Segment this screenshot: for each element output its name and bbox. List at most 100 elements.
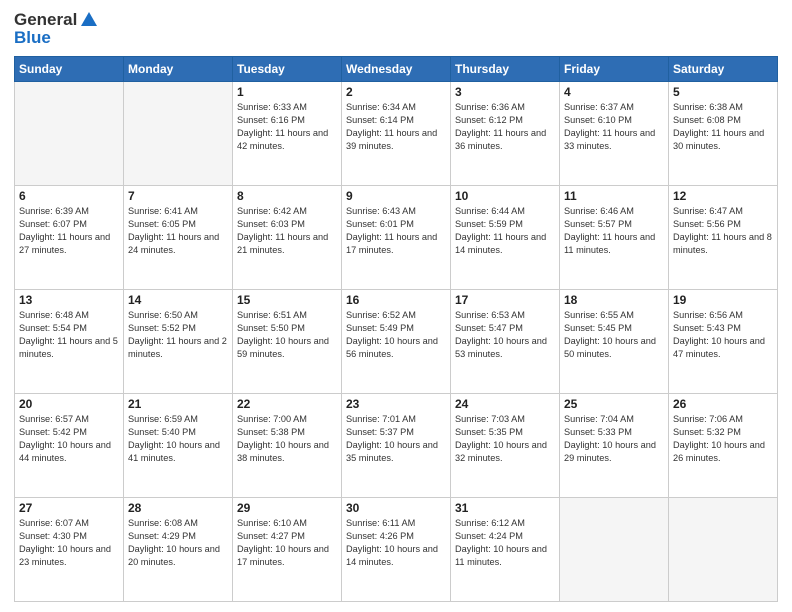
day-info: Sunrise: 7:00 AMSunset: 5:38 PMDaylight:… [237, 413, 337, 465]
day-info: Sunrise: 6:34 AMSunset: 6:14 PMDaylight:… [346, 101, 446, 153]
day-info: Sunrise: 6:47 AMSunset: 5:56 PMDaylight:… [673, 205, 773, 257]
calendar-cell: 29 Sunrise: 6:10 AMSunset: 4:27 PMDayligh… [233, 498, 342, 602]
calendar-cell: 31 Sunrise: 6:12 AMSunset: 4:24 PMDayligh… [451, 498, 560, 602]
calendar-cell: 4 Sunrise: 6:37 AMSunset: 6:10 PMDaylight… [560, 82, 669, 186]
calendar-cell [124, 82, 233, 186]
day-info: Sunrise: 6:08 AMSunset: 4:29 PMDaylight:… [128, 517, 228, 569]
day-info: Sunrise: 6:59 AMSunset: 5:40 PMDaylight:… [128, 413, 228, 465]
day-number: 16 [346, 293, 446, 307]
day-number: 8 [237, 189, 337, 203]
day-number: 21 [128, 397, 228, 411]
day-info: Sunrise: 6:48 AMSunset: 5:54 PMDaylight:… [19, 309, 119, 361]
calendar-week-2: 13 Sunrise: 6:48 AMSunset: 5:54 PMDayligh… [15, 290, 778, 394]
calendar-cell: 20 Sunrise: 6:57 AMSunset: 5:42 PMDayligh… [15, 394, 124, 498]
day-number: 27 [19, 501, 119, 515]
day-number: 31 [455, 501, 555, 515]
day-number: 15 [237, 293, 337, 307]
calendar-cell: 23 Sunrise: 7:01 AMSunset: 5:37 PMDayligh… [342, 394, 451, 498]
day-info: Sunrise: 6:50 AMSunset: 5:52 PMDaylight:… [128, 309, 228, 361]
calendar-week-4: 27 Sunrise: 6:07 AMSunset: 4:30 PMDayligh… [15, 498, 778, 602]
logo-general-text: General [14, 10, 77, 30]
calendar-cell: 13 Sunrise: 6:48 AMSunset: 5:54 PMDayligh… [15, 290, 124, 394]
day-info: Sunrise: 7:01 AMSunset: 5:37 PMDaylight:… [346, 413, 446, 465]
day-info: Sunrise: 6:44 AMSunset: 5:59 PMDaylight:… [455, 205, 555, 257]
day-info: Sunrise: 6:38 AMSunset: 6:08 PMDaylight:… [673, 101, 773, 153]
day-info: Sunrise: 6:36 AMSunset: 6:12 PMDaylight:… [455, 101, 555, 153]
day-info: Sunrise: 6:51 AMSunset: 5:50 PMDaylight:… [237, 309, 337, 361]
day-number: 18 [564, 293, 664, 307]
day-info: Sunrise: 6:56 AMSunset: 5:43 PMDaylight:… [673, 309, 773, 361]
calendar-cell: 9 Sunrise: 6:43 AMSunset: 6:01 PMDaylight… [342, 186, 451, 290]
logo: General Blue [14, 10, 99, 48]
logo-icon [79, 10, 99, 30]
calendar-header-tuesday: Tuesday [233, 57, 342, 82]
day-number: 14 [128, 293, 228, 307]
calendar-week-0: 1Sunrise: 6:33 AMSunset: 6:16 PMDaylight… [15, 82, 778, 186]
day-info: Sunrise: 6:41 AMSunset: 6:05 PMDaylight:… [128, 205, 228, 257]
day-info: Sunrise: 7:06 AMSunset: 5:32 PMDaylight:… [673, 413, 773, 465]
day-number: 7 [128, 189, 228, 203]
calendar-cell [669, 498, 778, 602]
day-number: 13 [19, 293, 119, 307]
calendar-cell: 11 Sunrise: 6:46 AMSunset: 5:57 PMDayligh… [560, 186, 669, 290]
calendar-table: SundayMondayTuesdayWednesdayThursdayFrid… [14, 56, 778, 602]
day-number: 17 [455, 293, 555, 307]
day-number: 22 [237, 397, 337, 411]
day-number: 4 [564, 85, 664, 99]
calendar-cell: 16 Sunrise: 6:52 AMSunset: 5:49 PMDayligh… [342, 290, 451, 394]
calendar-cell [560, 498, 669, 602]
day-info: Sunrise: 6:55 AMSunset: 5:45 PMDaylight:… [564, 309, 664, 361]
day-info: Sunrise: 7:03 AMSunset: 5:35 PMDaylight:… [455, 413, 555, 465]
day-number: 11 [564, 189, 664, 203]
calendar-cell: 6Sunrise: 6:39 AMSunset: 6:07 PMDaylight… [15, 186, 124, 290]
calendar-cell: 3 Sunrise: 6:36 AMSunset: 6:12 PMDaylight… [451, 82, 560, 186]
day-info: Sunrise: 6:11 AMSunset: 4:26 PMDaylight:… [346, 517, 446, 569]
day-number: 3 [455, 85, 555, 99]
calendar-cell: 24 Sunrise: 7:03 AMSunset: 5:35 PMDayligh… [451, 394, 560, 498]
calendar-cell: 19 Sunrise: 6:56 AMSunset: 5:43 PMDayligh… [669, 290, 778, 394]
day-number: 9 [346, 189, 446, 203]
day-info: Sunrise: 7:04 AMSunset: 5:33 PMDaylight:… [564, 413, 664, 465]
calendar-cell: 15 Sunrise: 6:51 AMSunset: 5:50 PMDayligh… [233, 290, 342, 394]
calendar-header-wednesday: Wednesday [342, 57, 451, 82]
day-number: 23 [346, 397, 446, 411]
day-number: 2 [346, 85, 446, 99]
calendar-cell: 7 Sunrise: 6:41 AMSunset: 6:05 PMDaylight… [124, 186, 233, 290]
calendar-cell: 12 Sunrise: 6:47 AMSunset: 5:56 PMDayligh… [669, 186, 778, 290]
day-info: Sunrise: 6:46 AMSunset: 5:57 PMDaylight:… [564, 205, 664, 257]
day-info: Sunrise: 6:52 AMSunset: 5:49 PMDaylight:… [346, 309, 446, 361]
calendar-cell: 14 Sunrise: 6:50 AMSunset: 5:52 PMDayligh… [124, 290, 233, 394]
day-number: 26 [673, 397, 773, 411]
day-info: Sunrise: 6:42 AMSunset: 6:03 PMDaylight:… [237, 205, 337, 257]
day-info: Sunrise: 6:57 AMSunset: 5:42 PMDaylight:… [19, 413, 119, 465]
calendar-cell: 28Sunrise: 6:08 AMSunset: 4:29 PMDayligh… [124, 498, 233, 602]
calendar-header-row: SundayMondayTuesdayWednesdayThursdayFrid… [15, 57, 778, 82]
day-number: 20 [19, 397, 119, 411]
day-number: 5 [673, 85, 773, 99]
day-info: Sunrise: 6:39 AMSunset: 6:07 PMDaylight:… [19, 205, 119, 257]
calendar-cell: 21 Sunrise: 6:59 AMSunset: 5:40 PMDayligh… [124, 394, 233, 498]
day-number: 12 [673, 189, 773, 203]
calendar-cell: 30Sunrise: 6:11 AMSunset: 4:26 PMDayligh… [342, 498, 451, 602]
calendar-header-sunday: Sunday [15, 57, 124, 82]
day-info: Sunrise: 6:07 AMSunset: 4:30 PMDaylight:… [19, 517, 119, 569]
calendar-cell [15, 82, 124, 186]
day-number: 10 [455, 189, 555, 203]
page: General Blue SundayMondayTuesdayWednesda… [0, 0, 792, 612]
day-info: Sunrise: 6:43 AMSunset: 6:01 PMDaylight:… [346, 205, 446, 257]
calendar-week-3: 20 Sunrise: 6:57 AMSunset: 5:42 PMDayligh… [15, 394, 778, 498]
day-info: Sunrise: 6:10 AMSunset: 4:27 PMDaylight:… [237, 517, 337, 569]
day-number: 29 [237, 501, 337, 515]
day-number: 24 [455, 397, 555, 411]
day-number: 19 [673, 293, 773, 307]
day-info: Sunrise: 6:53 AMSunset: 5:47 PMDaylight:… [455, 309, 555, 361]
calendar-cell: 22 Sunrise: 7:00 AMSunset: 5:38 PMDayligh… [233, 394, 342, 498]
calendar-cell: 1Sunrise: 6:33 AMSunset: 6:16 PMDaylight… [233, 82, 342, 186]
calendar-header-friday: Friday [560, 57, 669, 82]
calendar-cell: 26 Sunrise: 7:06 AMSunset: 5:32 PMDayligh… [669, 394, 778, 498]
calendar-cell: 18 Sunrise: 6:55 AMSunset: 5:45 PMDayligh… [560, 290, 669, 394]
day-info: Sunrise: 6:33 AMSunset: 6:16 PMDaylight:… [237, 101, 337, 153]
day-info: Sunrise: 6:12 AMSunset: 4:24 PMDaylight:… [455, 517, 555, 569]
day-info: Sunrise: 6:37 AMSunset: 6:10 PMDaylight:… [564, 101, 664, 153]
day-number: 25 [564, 397, 664, 411]
